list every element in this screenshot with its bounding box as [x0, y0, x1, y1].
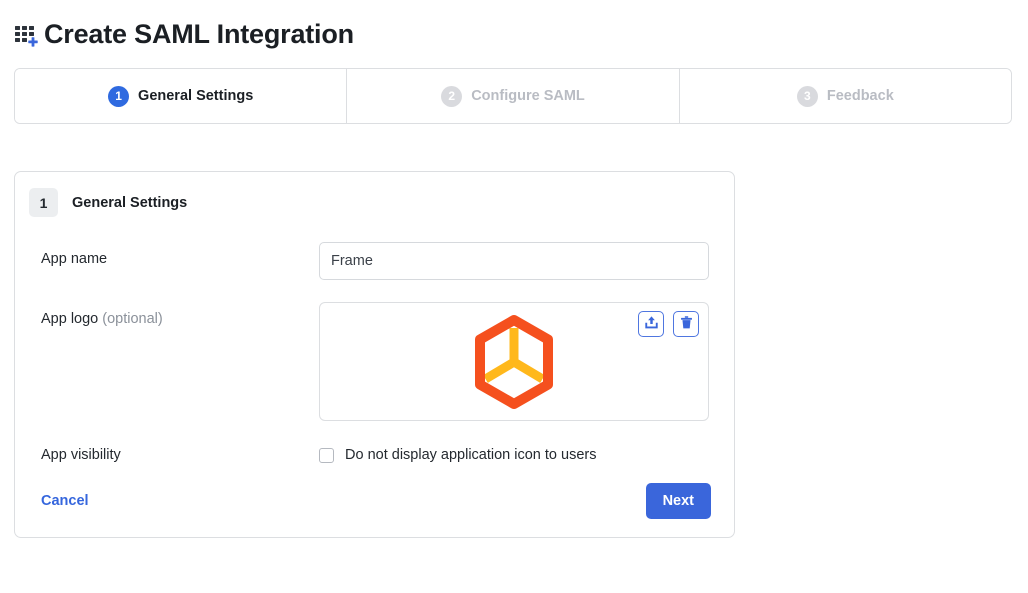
page-title: Create SAML Integration — [44, 21, 354, 48]
step-label: General Settings — [138, 88, 253, 104]
card-footer: Cancel Next — [15, 463, 734, 519]
general-settings-form: App name App logo (optional) — [15, 242, 734, 463]
card-title: General Settings — [72, 195, 187, 211]
app-name-input[interactable] — [319, 242, 709, 280]
step-label: Configure SAML — [471, 88, 585, 104]
cancel-button[interactable]: Cancel — [41, 493, 89, 509]
general-settings-card: 1 General Settings App name App logo (op… — [14, 171, 735, 538]
step-number-badge: 2 — [441, 86, 462, 107]
stepper-step-configure-saml[interactable]: 2 Configure SAML — [347, 69, 679, 123]
dropzone-actions — [638, 311, 699, 337]
frame-hexagon-logo — [470, 314, 558, 410]
hide-app-icon-checkbox-label: Do not display application icon to users — [345, 447, 596, 463]
app-visibility-label: App visibility — [41, 447, 319, 463]
trash-icon — [679, 315, 694, 333]
step-number-badge: 1 — [108, 86, 129, 107]
card-header: 1 General Settings — [15, 172, 734, 217]
app-logo-optional-text: (optional) — [102, 311, 162, 327]
stepper-step-feedback[interactable]: 3 Feedback — [680, 69, 1011, 123]
page-header: Create SAML Integration — [14, 14, 354, 54]
delete-logo-button[interactable] — [673, 311, 699, 337]
row-app-logo: App logo (optional) — [15, 302, 734, 421]
app-logo-label: App logo (optional) — [41, 302, 319, 327]
stepper: 1 General Settings 2 Configure SAML 3 Fe… — [14, 68, 1012, 124]
next-button[interactable]: Next — [646, 483, 711, 519]
step-label: Feedback — [827, 88, 894, 104]
app-visibility-check-wrap: Do not display application icon to users — [319, 447, 734, 463]
app-logo-dropzone[interactable] — [319, 302, 709, 421]
hide-app-icon-checkbox[interactable] — [319, 448, 334, 463]
card-step-badge: 1 — [29, 188, 58, 217]
row-app-visibility: App visibility Do not display applicatio… — [15, 447, 734, 463]
app-name-label: App name — [41, 242, 319, 267]
upload-logo-button[interactable] — [638, 311, 664, 337]
upload-icon — [644, 315, 659, 333]
row-app-name: App name — [15, 242, 734, 280]
app-logo-label-text: App logo — [41, 311, 98, 327]
grid-plus-icon — [14, 19, 40, 49]
step-number-badge: 3 — [797, 86, 818, 107]
stepper-step-general-settings[interactable]: 1 General Settings — [15, 69, 347, 123]
